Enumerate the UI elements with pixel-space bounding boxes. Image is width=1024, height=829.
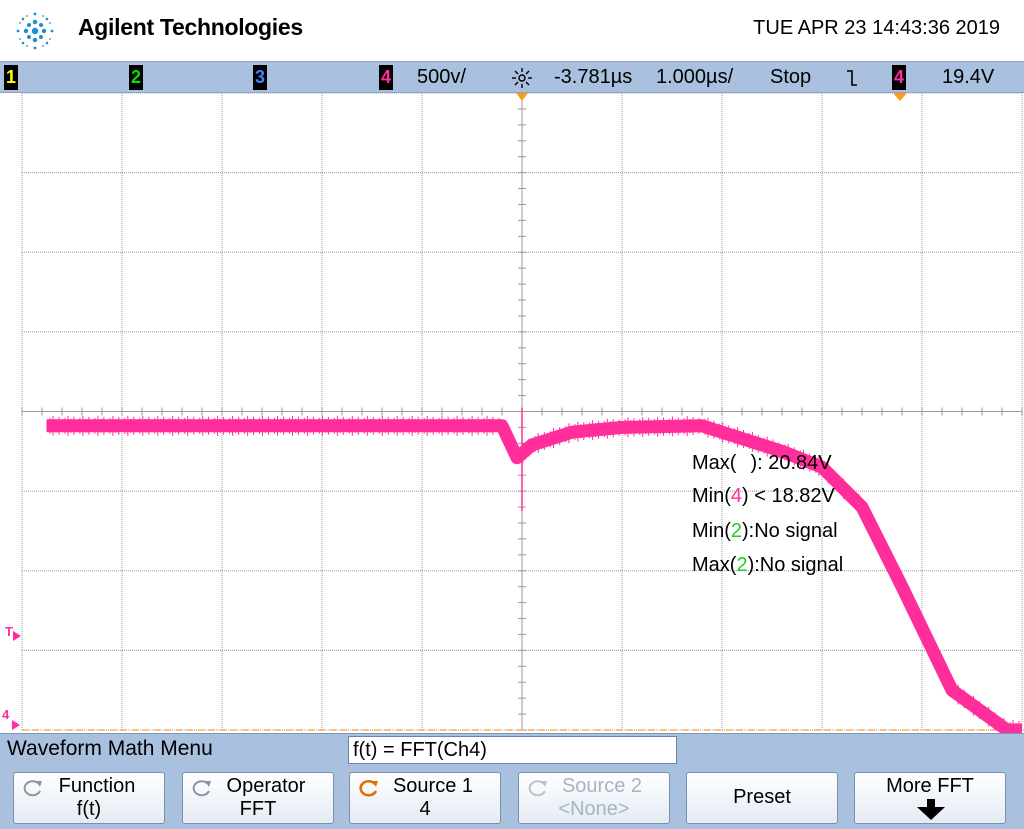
measurement-min-ch2: Min(2):No signal [692, 520, 838, 542]
run-state: Stop [770, 66, 812, 88]
menu-title: Waveform Math Menu [7, 737, 213, 760]
trigger-arrow-icon [13, 631, 21, 641]
graticule: T 4 Max(): 20.84V Min(4) < 18.82V Min(2)… [0, 92, 1024, 740]
channel-2-button[interactable]: 2 [129, 65, 143, 90]
trigger-level: 19.4V [942, 66, 995, 88]
channel-3-button[interactable]: 3 [253, 65, 267, 90]
trigger-source: 4 [892, 65, 906, 90]
waveform-display [21, 92, 1024, 740]
date-time: TUE APR 23 14:43:36 2019 [753, 17, 1000, 39]
function-softkey[interactable]: Function f(t) [13, 772, 165, 824]
waveform-trace [47, 419, 1022, 737]
channel-4-scale: 500v/ [417, 66, 466, 88]
channel-1-button[interactable]: 1 [4, 65, 18, 90]
trigger-marker-label: T [5, 624, 13, 639]
operator-softkey[interactable]: Operator FFT [182, 772, 334, 824]
arrow-down-icon [917, 799, 945, 820]
ground-arrow-icon [12, 720, 20, 730]
trigger-level-marker-icon [893, 93, 907, 101]
scope-header: Agilent Technologies TUE APR 23 14:43:36… [0, 0, 1024, 60]
channel-4-button[interactable]: 4 [379, 65, 393, 90]
source-1-softkey[interactable]: Source 1 4 [349, 772, 501, 824]
status-bar: 1 2 3 4 500v/ -3.781µs 1.000µs/ Stop 4 1… [0, 61, 1024, 93]
math-formula-field: f(t) = FFT(Ch4) [348, 736, 677, 764]
measurement-max-ch2: Max(2):No signal [692, 554, 844, 576]
measurement-max-ch4: Max(): 20.84V [692, 452, 832, 474]
more-fft-softkey[interactable]: More FFT [854, 772, 1006, 824]
brand-name: Agilent Technologies [78, 14, 303, 40]
softkey-menu: Waveform Math Menu f(t) = FFT(Ch4) Funct… [0, 733, 1024, 829]
time-delay: -3.781µs [554, 66, 633, 88]
source-2-softkey[interactable]: Source 2 <None> [518, 772, 670, 824]
time-scale: 1.000µs/ [656, 66, 734, 88]
trigger-slope-icon [847, 70, 857, 86]
delay-icon [512, 68, 532, 88]
delay-marker-icon [516, 93, 528, 101]
agilent-spark-logo-icon [16, 12, 54, 50]
ground-marker-label: 4 [2, 707, 10, 722]
preset-softkey[interactable]: Preset [686, 772, 838, 824]
measurement-min-ch4: Min(4) < 18.82V [692, 485, 835, 507]
